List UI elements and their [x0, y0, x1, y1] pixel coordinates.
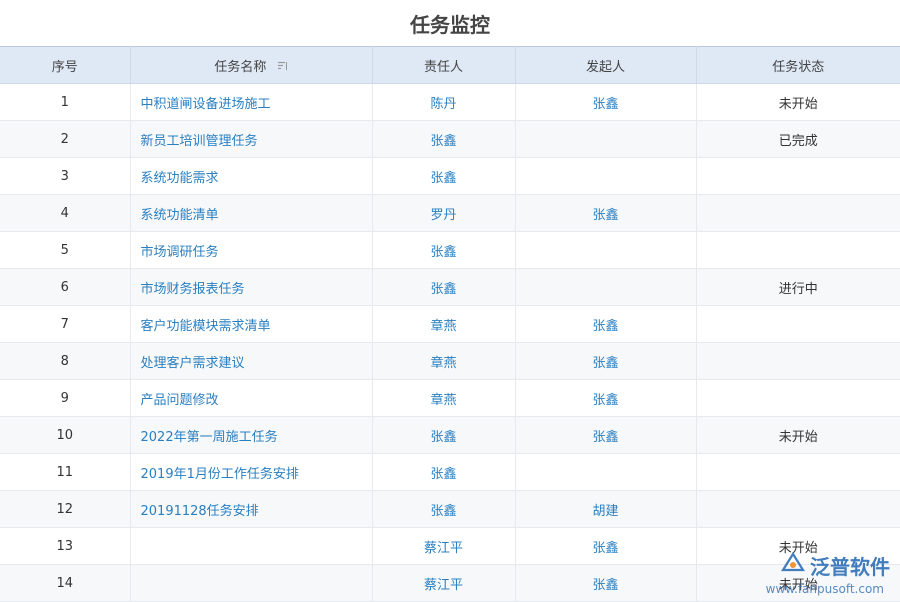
cell-task-name-link[interactable]: 市场调研任务: [130, 231, 373, 269]
column-header-owner[interactable]: 责任人: [372, 46, 516, 84]
cell-owner-link[interactable]: 张鑫: [372, 231, 516, 269]
cell-task-name-link[interactable]: 2022年第一周施工任务: [130, 416, 373, 454]
cell-index: 1: [0, 83, 131, 121]
cell-status: [696, 157, 900, 195]
cell-owner-link[interactable]: 蔡江平: [372, 527, 516, 565]
cell-task-name-link[interactable]: 20191128任务安排: [130, 490, 373, 528]
cell-owner-link[interactable]: 蔡江平: [372, 564, 516, 602]
cell-status: [696, 231, 900, 269]
cell-status: 已完成: [696, 120, 900, 158]
cell-index: 3: [0, 157, 131, 195]
column-header-status[interactable]: 任务状态: [696, 46, 900, 84]
cell-task-name-link[interactable]: 客户功能模块需求清单: [130, 305, 373, 343]
cell-index: 2: [0, 120, 131, 158]
table-row[interactable]: 2 新员工培训管理任务 张鑫 已完成: [0, 120, 900, 158]
cell-initiator-link: [515, 453, 697, 491]
cell-owner-link[interactable]: 章燕: [372, 305, 516, 343]
table-row[interactable]: 5 市场调研任务 张鑫: [0, 231, 900, 269]
cell-status: 进行中: [696, 268, 900, 306]
cell-index: 5: [0, 231, 131, 269]
cell-status: [696, 490, 900, 528]
cell-task-name-link[interactable]: 中积道闸设备进场施工: [130, 83, 373, 121]
table-row[interactable]: 6 市场财务报表任务 张鑫 进行中: [0, 268, 900, 306]
cell-index: 14: [0, 564, 131, 602]
cell-index: 10: [0, 416, 131, 454]
cell-task-name-link[interactable]: 处理客户需求建议: [130, 342, 373, 380]
column-header-task-name[interactable]: 任务名称: [130, 46, 373, 84]
watermark-brand: 泛普软件: [810, 554, 890, 579]
cell-initiator-link: [515, 157, 697, 195]
cell-owner-link[interactable]: 章燕: [372, 379, 516, 417]
cell-index: 11: [0, 453, 131, 491]
cell-task-name-link[interactable]: 2019年1月份工作任务安排: [130, 453, 373, 491]
cell-initiator-link[interactable]: 张鑫: [515, 342, 697, 380]
cell-task-name-link[interactable]: 系统功能清单: [130, 194, 373, 232]
brand-logo-icon: [780, 550, 806, 581]
cell-index: 9: [0, 379, 131, 417]
cell-task-name-link[interactable]: 市场财务报表任务: [130, 268, 373, 306]
cell-status: [696, 453, 900, 491]
cell-owner-link[interactable]: 张鑫: [372, 120, 516, 158]
cell-owner-link[interactable]: 张鑫: [372, 416, 516, 454]
table-row[interactable]: 9 产品问题修改 章燕 张鑫: [0, 379, 900, 417]
table-row[interactable]: 4 系统功能清单 罗丹 张鑫: [0, 194, 900, 232]
cell-owner-link[interactable]: 张鑫: [372, 157, 516, 195]
cell-initiator-link: [515, 120, 697, 158]
cell-initiator-link[interactable]: 张鑫: [515, 564, 697, 602]
cell-initiator-link[interactable]: 张鑫: [515, 83, 697, 121]
cell-status: [696, 379, 900, 417]
cell-initiator-link[interactable]: 张鑫: [515, 194, 697, 232]
cell-task-name-link: [130, 564, 373, 602]
cell-status: [696, 305, 900, 343]
cell-initiator-link[interactable]: 张鑫: [515, 305, 697, 343]
cell-owner-link[interactable]: 张鑫: [372, 490, 516, 528]
cell-status: [696, 194, 900, 232]
table-row[interactable]: 8 处理客户需求建议 章燕 张鑫: [0, 342, 900, 380]
cell-status: [696, 342, 900, 380]
cell-initiator-link[interactable]: 张鑫: [515, 379, 697, 417]
cell-owner-link[interactable]: 张鑫: [372, 268, 516, 306]
watermark-url: www.fanpusoft.com: [765, 582, 884, 596]
table-row[interactable]: 1 中积道闸设备进场施工 陈丹 张鑫 未开始: [0, 83, 900, 121]
column-header-initiator[interactable]: 发起人: [515, 46, 697, 84]
task-table: 序号 任务名称 责任人 发起人 任务状态 1 中积道闸设备进场施工 陈丹 张鑫 未开始 2…: [0, 46, 900, 602]
table-row[interactable]: 3 系统功能需求 张鑫: [0, 157, 900, 195]
cell-index: 4: [0, 194, 131, 232]
cell-task-name-link[interactable]: 新员工培训管理任务: [130, 120, 373, 158]
cell-status: 未开始: [696, 83, 900, 121]
table-header-row: 序号 任务名称 责任人 发起人 任务状态: [0, 46, 900, 84]
column-header-index[interactable]: 序号: [0, 46, 131, 84]
cell-owner-link[interactable]: 章燕: [372, 342, 516, 380]
cell-initiator-link[interactable]: 胡建: [515, 490, 697, 528]
cell-index: 7: [0, 305, 131, 343]
cell-task-name-link[interactable]: 系统功能需求: [130, 157, 373, 195]
table-row[interactable]: 13 蔡江平 张鑫 未开始: [0, 527, 900, 565]
cell-initiator-link: [515, 268, 697, 306]
cell-initiator-link: [515, 231, 697, 269]
cell-initiator-link[interactable]: 张鑫: [515, 416, 697, 454]
sort-icon[interactable]: [277, 60, 288, 75]
cell-task-name-link: [130, 527, 373, 565]
table-row[interactable]: 12 20191128任务安排 张鑫 胡建: [0, 490, 900, 528]
cell-index: 6: [0, 268, 131, 306]
page-title: 任务监控: [410, 12, 490, 37]
table-body: 1 中积道闸设备进场施工 陈丹 张鑫 未开始 2 新员工培训管理任务 张鑫 已完成 3 系统功能需求…: [0, 83, 900, 602]
cell-owner-link[interactable]: 张鑫: [372, 453, 516, 491]
cell-task-name-link[interactable]: 产品问题修改: [130, 379, 373, 417]
cell-index: 12: [0, 490, 131, 528]
cell-owner-link[interactable]: 陈丹: [372, 83, 516, 121]
table-row[interactable]: 11 2019年1月份工作任务安排 张鑫: [0, 453, 900, 491]
cell-index: 13: [0, 527, 131, 565]
cell-owner-link[interactable]: 罗丹: [372, 194, 516, 232]
cell-index: 8: [0, 342, 131, 380]
watermark-logo: 泛普软件: [780, 550, 890, 580]
cell-status: 未开始: [696, 416, 900, 454]
cell-initiator-link[interactable]: 张鑫: [515, 527, 697, 565]
table-row[interactable]: 7 客户功能模块需求清单 章燕 张鑫: [0, 305, 900, 343]
table-row[interactable]: 10 2022年第一周施工任务 张鑫 张鑫 未开始: [0, 416, 900, 454]
